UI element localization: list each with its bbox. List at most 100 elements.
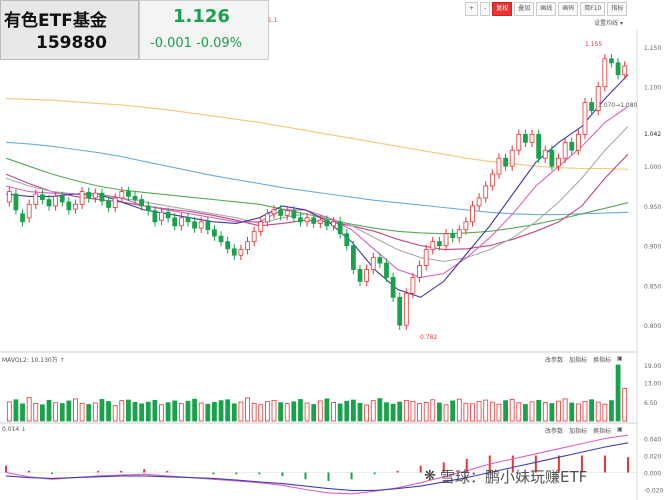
candle-body	[410, 277, 416, 294]
volume-bar	[205, 403, 211, 422]
y-tick-label: 0.850	[644, 283, 661, 290]
volume-bar	[529, 401, 535, 422]
candle-body	[284, 210, 290, 216]
volume-bar	[476, 401, 482, 422]
candle-body	[523, 133, 528, 143]
vol-edit-params[interactable]: 改参数	[545, 355, 563, 364]
candle-body	[26, 203, 32, 219]
volume-bar	[430, 399, 436, 422]
y-tick-label: 0.950	[644, 204, 661, 211]
volume-bar	[178, 403, 184, 422]
volume-bar	[589, 399, 594, 422]
macd-edit-params[interactable]: 改参数	[545, 426, 563, 435]
volume-bar	[59, 403, 65, 422]
volume-bar	[291, 401, 297, 422]
macd-switch-indicator[interactable]: 换指标	[593, 426, 611, 435]
candle-body	[615, 62, 621, 76]
ma-lines	[5, 74, 629, 298]
close-icon[interactable]: ▣	[617, 355, 623, 364]
volume-bar	[370, 400, 376, 422]
candle-body	[212, 229, 217, 237]
candle-body	[602, 58, 608, 88]
candle-body	[450, 233, 456, 239]
candle-body	[324, 219, 330, 227]
candle-body	[258, 221, 264, 232]
vol-add-indicator[interactable]: 加指标	[569, 355, 587, 364]
y-tick-label: 0.900	[644, 244, 661, 251]
volume-bar	[602, 403, 608, 422]
arrow-down-icon: ↓	[21, 426, 27, 433]
volume-bar	[384, 402, 389, 422]
volume-bar	[231, 403, 237, 422]
candle-body	[73, 203, 78, 210]
volume-bar	[556, 400, 561, 422]
volume-bar	[106, 401, 111, 422]
volume-bar	[337, 403, 343, 422]
candle-body	[516, 133, 522, 151]
volume-bar	[33, 402, 39, 422]
candle-body	[119, 191, 125, 199]
candle-body	[66, 201, 72, 211]
y-tick-label: 1.150	[644, 45, 661, 52]
vol-switch-indicator[interactable]: 换指标	[593, 355, 611, 364]
volume-bar	[159, 404, 164, 422]
candle-body	[251, 230, 257, 243]
candle-body	[575, 133, 581, 151]
volume-bar	[26, 396, 32, 422]
macd-label-text: 0.014	[2, 426, 20, 433]
volume-bar	[53, 402, 59, 422]
macd-tick-label: 0.040	[644, 437, 661, 444]
candle-body	[145, 205, 151, 212]
volume-bar	[364, 404, 370, 422]
volume-bar	[562, 398, 568, 422]
volume-bar	[516, 402, 522, 422]
candle-body	[126, 191, 131, 197]
vol-buttons: 改参数 加指标 换指标 ▣	[545, 355, 623, 364]
candle-body	[225, 241, 231, 250]
candle-body	[106, 200, 111, 208]
candle-body	[13, 193, 19, 211]
ma-line	[5, 153, 629, 251]
candle-body	[331, 221, 336, 227]
volume-bar	[575, 403, 581, 422]
arrow-up-icon: ↑	[59, 357, 65, 364]
volume-bar	[185, 400, 191, 422]
volume-bar	[443, 404, 449, 422]
candle-body	[79, 191, 85, 205]
candle-body	[278, 209, 283, 216]
candle-body	[33, 193, 39, 205]
candle-body	[92, 192, 98, 199]
vol-tick-label: 13.00	[644, 381, 661, 388]
volume-bar	[450, 400, 456, 422]
candle-body	[271, 209, 277, 215]
candle-body	[192, 221, 197, 229]
volume-bar	[304, 402, 310, 422]
volume-bar	[13, 399, 19, 422]
volume-bar	[357, 402, 363, 422]
candle-body	[562, 141, 568, 159]
volume-bar	[225, 399, 231, 422]
candle-body	[622, 65, 628, 76]
volume-bar	[119, 400, 125, 422]
candle-body	[364, 269, 370, 282]
volume-bar	[298, 399, 303, 422]
candle-body	[40, 194, 45, 200]
volume-bar	[126, 399, 131, 422]
volume-bar	[66, 400, 72, 422]
candle-body	[582, 102, 588, 135]
macd-add-indicator[interactable]: 加指标	[569, 426, 587, 435]
volume-bar	[509, 399, 515, 422]
candle-body	[556, 157, 561, 167]
y-axis: 1.150 1.100 1.042 1.000 0.950 0.900 0.850 0.800…	[644, 45, 664, 495]
volume-bar	[397, 401, 403, 422]
volume-bar	[549, 403, 555, 422]
volume-bar	[390, 403, 396, 422]
candle-body	[132, 195, 138, 200]
candle-body	[291, 210, 297, 219]
volume-bar	[212, 402, 217, 422]
kline-chart[interactable]: 1.150 1.100 1.042 1.000 0.950 0.900 0.850 0.800…	[0, 0, 667, 500]
candle-body	[20, 213, 25, 223]
candle-body	[430, 241, 436, 251]
close-icon[interactable]: ▣	[617, 426, 623, 435]
volume-bar	[317, 400, 323, 422]
